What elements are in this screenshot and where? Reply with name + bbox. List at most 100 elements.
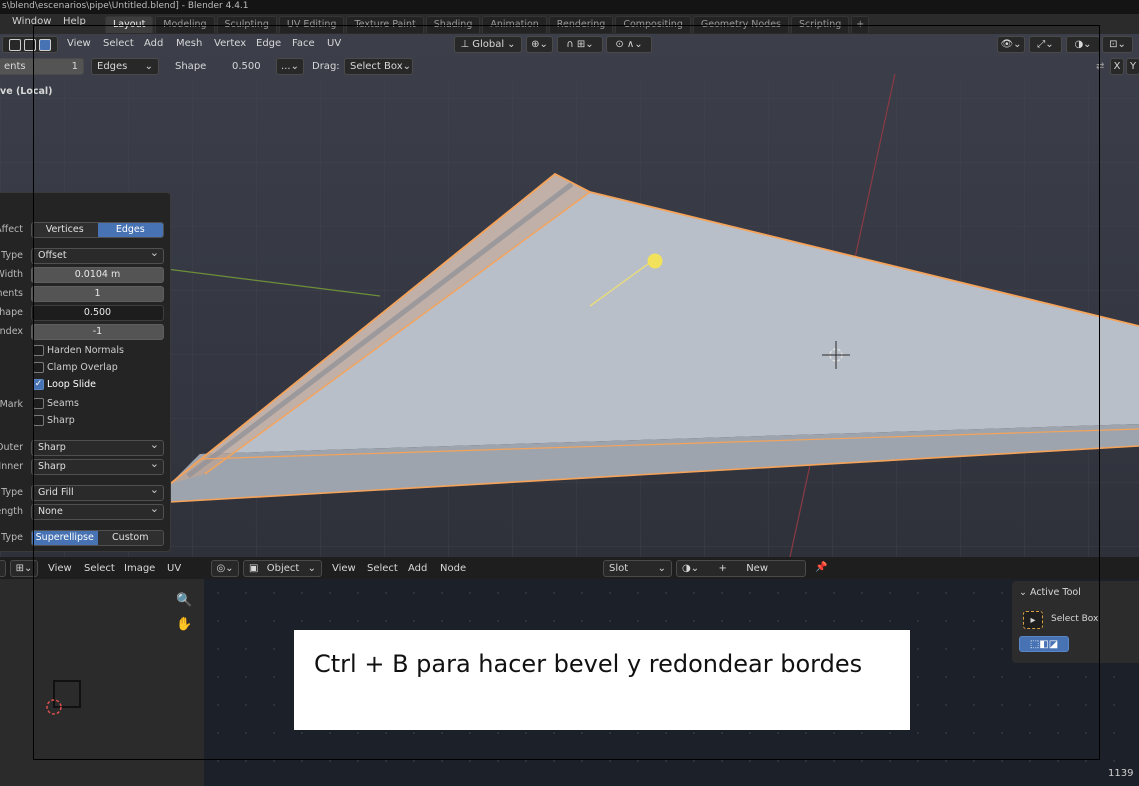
select-mode-buttons[interactable] [2, 36, 58, 53]
add-workspace-button[interactable]: + [851, 16, 870, 33]
editor-type-button[interactable] [0, 560, 6, 577]
edge-select-icon[interactable] [24, 38, 36, 51]
more-options-button[interactable]: ... ⌄ [276, 58, 304, 75]
material-browse[interactable]: ◑⌄ + New [676, 560, 806, 577]
tab-scripting[interactable]: Scripting [791, 16, 850, 33]
caption-box: Ctrl + B para hacer bevel y redondear bo… [294, 630, 910, 730]
mark-seams-checkbox[interactable]: Seams [33, 398, 79, 409]
outer-miter-dropdown[interactable]: Sharp [31, 438, 164, 456]
light-icon[interactable] [647, 253, 663, 269]
affect-dropdown[interactable]: Edges ⌄ [91, 58, 159, 75]
node-menu-add[interactable]: Add [408, 563, 427, 574]
harden-normals-checkbox[interactable]: Harden Normals [33, 345, 124, 356]
slot-value: Slot [609, 563, 629, 574]
gizmo-dropdown[interactable]: ⤢⌄ [1029, 36, 1062, 53]
tab-modeling[interactable]: Modeling [155, 16, 215, 33]
mark-seams-label: Seams [47, 398, 79, 409]
tab-compositing[interactable]: Compositing [615, 16, 691, 33]
affect-edges-button[interactable]: Edges [97, 223, 163, 237]
pan-hand-icon[interactable]: ✋ [176, 617, 192, 632]
width-type-dropdown[interactable]: Offset [31, 246, 164, 264]
intersection-type-dropdown[interactable]: Grid Fill [31, 483, 164, 501]
proportional-editing-dropdown[interactable]: ⊙ ∧⌄ [606, 36, 652, 53]
select-mode-buttons[interactable]: ⬚◧◪ [1019, 636, 1069, 652]
chevron-down-icon: ⌄ [144, 61, 153, 72]
node-menu-select[interactable]: Select [367, 563, 398, 574]
menu-face[interactable]: Face [292, 38, 315, 49]
menu-vertex[interactable]: Vertex [214, 38, 246, 49]
shader-type-dropdown[interactable]: ◎⌄ [211, 560, 239, 577]
tab-animation[interactable]: Animation [482, 16, 547, 33]
inner-miter-dropdown[interactable]: Sharp [31, 457, 164, 475]
pivot-point-dropdown[interactable]: ⊕⌄ [526, 36, 553, 53]
mark-sharp-label: Sharp [47, 415, 75, 426]
mark-sharp-checkbox[interactable]: Sharp [33, 415, 75, 426]
menu-uv[interactable]: UV [327, 38, 341, 49]
node-menu-node[interactable]: Node [440, 563, 466, 574]
drag-dropdown[interactable]: Select Box ⌄ [344, 58, 413, 75]
snapping-dropdown[interactable]: ∩ ⊞⌄ [557, 36, 603, 53]
width-type-label: Type [1, 250, 23, 261]
menu-select[interactable]: Select [103, 38, 134, 49]
mirror-x-toggle[interactable]: X [1110, 58, 1124, 75]
face-strength-dropdown[interactable]: None [31, 502, 164, 520]
segments-field[interactable]: 1 [31, 286, 164, 302]
select-box-icon[interactable]: ▸ [1023, 611, 1043, 629]
menu-add[interactable]: Add [144, 38, 163, 49]
menu-window[interactable]: Window [12, 16, 51, 27]
segments-field[interactable]: ents 1 [0, 58, 84, 75]
material-index-field[interactable]: -1 [31, 324, 164, 340]
workspace-tabs: Layout Modeling Sculpting UV Editing Tex… [105, 16, 870, 34]
shape-field[interactable]: 0.500 [31, 305, 164, 321]
vertex-select-icon[interactable] [9, 38, 21, 51]
uv-menu-view[interactable]: View [48, 563, 72, 574]
shape-label: Shape [0, 307, 23, 318]
width-field[interactable]: 0.0104 m [31, 267, 164, 283]
overlay-dropdown[interactable]: ◑⌄ [1066, 36, 1100, 53]
tab-texture-paint[interactable]: Texture Paint [346, 16, 424, 33]
face-select-icon[interactable] [39, 38, 51, 51]
tab-shading[interactable]: Shading [425, 16, 481, 33]
tab-layout[interactable]: Layout [105, 16, 154, 33]
uv-sync-dropdown[interactable]: ⊞⌄ [10, 560, 38, 577]
object-dropdown[interactable]: ▣ Object ⌄ [243, 560, 322, 577]
shape-label: Shape [175, 61, 207, 72]
node-menu-view[interactable]: View [332, 563, 356, 574]
tab-sculpting[interactable]: Sculpting [216, 16, 277, 33]
visibility-dropdown[interactable]: 👁⌄ [997, 36, 1025, 53]
chevron-down-icon: ⌄ [307, 563, 316, 574]
menu-mesh[interactable]: Mesh [176, 38, 202, 49]
mirror-icon[interactable]: ⇄ [1096, 61, 1104, 72]
menu-edge[interactable]: Edge [256, 38, 281, 49]
tab-geometry-nodes[interactable]: Geometry Nodes [692, 16, 789, 33]
intersection-type-label: Type [1, 487, 23, 498]
shape-value[interactable]: 0.500 [232, 61, 261, 72]
profile-superellipse-button[interactable]: Superellipse [32, 531, 98, 545]
menu-view[interactable]: View [67, 38, 91, 49]
menu-help[interactable]: Help [63, 16, 86, 27]
affect-label: Affect [0, 224, 23, 235]
transform-orientation-dropdown[interactable]: ⊥ Global ⌄ [454, 36, 522, 53]
affect-vertices-button[interactable]: Vertices [32, 223, 98, 237]
loop-slide-checkbox[interactable]: ✓ Loop Slide [33, 379, 96, 390]
mirror-y-toggle[interactable]: Y [1126, 58, 1139, 75]
corner-number: 1139 [1108, 768, 1134, 779]
zoom-icon[interactable]: 🔍 [176, 593, 192, 608]
uv-editor-canvas[interactable]: 🔍 ✋ [0, 579, 204, 786]
clamp-overlap-checkbox[interactable]: Clamp Overlap [33, 362, 118, 373]
uv-menu-select[interactable]: Select [84, 563, 115, 574]
uv-menu-uv[interactable]: UV [167, 563, 181, 574]
viewport-header: View Select Add Mesh Vertex Edge Face UV… [0, 34, 1139, 55]
profile-custom-button[interactable]: Custom [97, 531, 163, 545]
xray-toggle[interactable]: ⊡⌄ [1102, 36, 1133, 53]
uv-menu-image[interactable]: Image [124, 563, 155, 574]
width-label: Width [0, 269, 23, 280]
tab-uv-editing[interactable]: UV Editing [278, 16, 345, 33]
tab-rendering[interactable]: Rendering [548, 16, 614, 33]
pin-icon[interactable]: 📌 [815, 562, 827, 573]
segments-label: ents [4, 61, 26, 72]
active-tool-title[interactable]: ⌄ Active Tool [1019, 587, 1081, 598]
slot-dropdown[interactable]: Slot ⌄ [603, 560, 672, 577]
new-material-button[interactable]: New [746, 563, 768, 574]
chevron-down-icon: ⌄ [657, 563, 666, 574]
